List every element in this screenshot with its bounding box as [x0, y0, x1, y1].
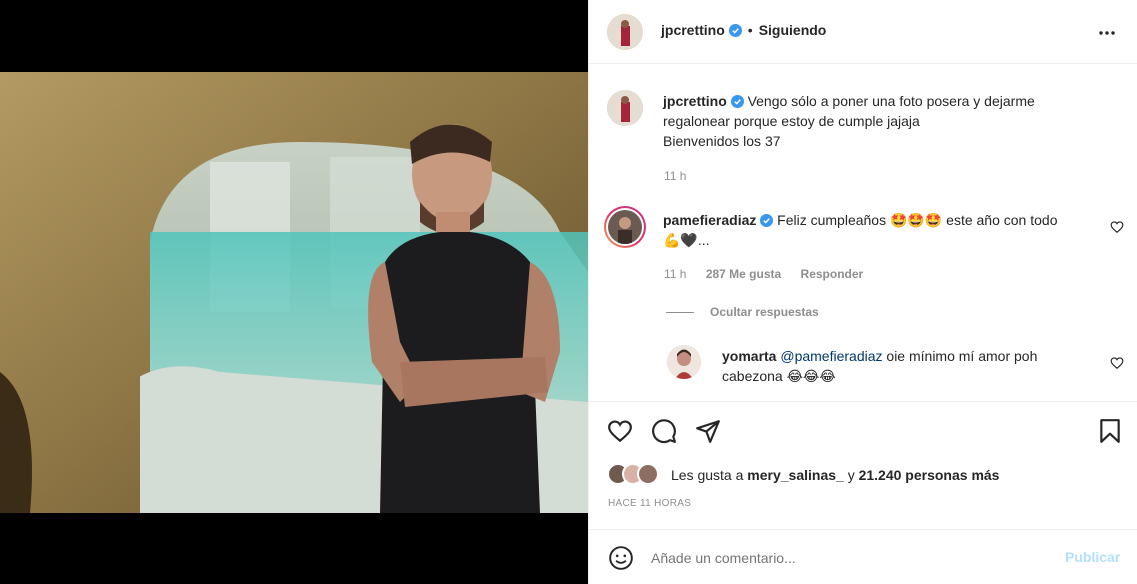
- following-button[interactable]: Siguiendo: [759, 22, 827, 38]
- share-icon: [696, 420, 720, 443]
- likes-user[interactable]: mery_salinas_: [747, 467, 844, 483]
- author-avatar[interactable]: [607, 14, 643, 50]
- likes-conj: y: [843, 467, 859, 483]
- commenter-avatar[interactable]: [604, 206, 646, 248]
- share-button[interactable]: [695, 418, 721, 444]
- hide-replies-button[interactable]: Ocultar respuestas: [666, 304, 819, 320]
- reply-text-2: cabezona 😂😂😂: [722, 368, 836, 384]
- hide-replies-line: [666, 311, 694, 313]
- reply-avatar[interactable]: [667, 345, 701, 379]
- comment-time[interactable]: 11 h: [664, 267, 686, 281]
- caption-line-1: jpcrettino Vengo sólo a poner una foto p…: [663, 91, 1103, 111]
- more-options-icon: [1099, 31, 1115, 35]
- verified-icon: [728, 23, 742, 37]
- post-photo-image: [0, 72, 588, 513]
- commenter-avatar-image: [608, 210, 642, 244]
- caption-text-3: Bienvenidos los 37: [663, 133, 781, 149]
- reply-mention[interactable]: @pamefieradiaz: [780, 348, 882, 364]
- instagram-post-modal: jpcrettino • Siguiendo jpcrettino Vengo …: [0, 0, 1137, 584]
- liker-avatars-image: [607, 463, 659, 485]
- likes-summary: Les gusta a mery_salinas_ y 21.240 perso…: [671, 465, 999, 485]
- like-comment-icon: [1110, 357, 1124, 370]
- reply-username[interactable]: yomarta: [722, 348, 776, 364]
- bookmark-icon: [1100, 419, 1120, 443]
- post-side-panel: jpcrettino • Siguiendo jpcrettino Vengo …: [588, 0, 1137, 584]
- like-comment-button[interactable]: [1110, 220, 1124, 234]
- like-reply-button[interactable]: [1110, 356, 1124, 370]
- post-media: [0, 0, 588, 584]
- caption: jpcrettino Vengo sólo a poner una foto p…: [663, 91, 1103, 151]
- verified-icon: [760, 214, 774, 227]
- comment-button[interactable]: [651, 418, 677, 444]
- comment-username[interactable]: pamefieradiaz: [663, 212, 756, 228]
- likes-others[interactable]: 21.240 personas más: [859, 467, 1000, 483]
- reply-button[interactable]: Responder: [801, 267, 864, 281]
- like-comment-icon: [1110, 221, 1124, 234]
- comments-section: jpcrettino Vengo sólo a poner una foto p…: [589, 64, 1137, 401]
- heart-icon: [608, 420, 632, 443]
- likes-prefix: Les gusta a: [671, 467, 748, 483]
- verified-icon: [730, 95, 744, 108]
- caption-username[interactable]: jpcrettino: [663, 93, 727, 109]
- commenter-avatar-ring: [606, 208, 644, 246]
- emoji-icon: [609, 546, 633, 570]
- author-username[interactable]: jpcrettino: [661, 22, 725, 38]
- hide-replies-label: Ocultar respuestas: [710, 305, 819, 319]
- comment: pamefieradiaz Feliz cumpleaños 🤩🤩🤩 este …: [663, 210, 1103, 250]
- author-avatar-image: [607, 14, 643, 50]
- header-separator: •: [747, 22, 753, 38]
- publish-button[interactable]: Publicar: [1065, 549, 1120, 565]
- reply-line-1: yomarta @pamefieradiaz oie mínimo mí amo…: [722, 346, 1102, 366]
- caption-author-avatar[interactable]: [607, 90, 643, 126]
- caption-text-1: Vengo sólo a poner una foto posera y dej…: [747, 93, 1035, 109]
- header-author-row: jpcrettino • Siguiendo: [661, 20, 826, 40]
- post-header: jpcrettino • Siguiendo: [589, 0, 1137, 64]
- caption-time[interactable]: 11 h: [664, 169, 686, 183]
- reply-comment: yomarta @pamefieradiaz oie mínimo mí amo…: [722, 346, 1102, 386]
- comment-input[interactable]: [651, 546, 1051, 570]
- comment-meta: 11 h 287 Me gusta Responder: [664, 267, 863, 281]
- like-button[interactable]: [607, 418, 633, 444]
- caption-text-2: regalonear porque estoy de cumple jajaja: [663, 113, 920, 129]
- add-comment-bar: Publicar: [589, 529, 1137, 584]
- reply-text-1: oie mínimo mí amor poh: [882, 348, 1038, 364]
- comment-text-2: 💪🖤...: [663, 232, 710, 248]
- post-timestamp[interactable]: HACE 11 HORAS: [608, 498, 691, 509]
- more-options-button[interactable]: [1095, 22, 1119, 42]
- comment-icon: [652, 419, 676, 443]
- emoji-button[interactable]: [608, 545, 634, 571]
- comment-text-1: Feliz cumpleaños 🤩🤩🤩 este año con todo: [777, 212, 1058, 228]
- reply-avatar-image: [667, 345, 701, 379]
- caption-author-avatar-image: [607, 90, 643, 126]
- post-photo[interactable]: [0, 72, 588, 513]
- comment-line-1: pamefieradiaz Feliz cumpleaños 🤩🤩🤩 este …: [663, 210, 1103, 230]
- save-button[interactable]: [1097, 418, 1123, 444]
- post-actions: Les gusta a mery_salinas_ y 21.240 perso…: [589, 401, 1137, 529]
- liker-avatars[interactable]: [607, 463, 667, 485]
- comment-likes[interactable]: 287 Me gusta: [706, 267, 781, 281]
